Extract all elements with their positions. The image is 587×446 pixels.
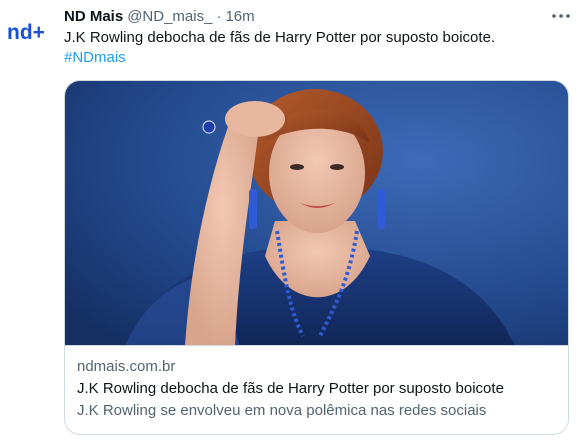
svg-text:nd+: nd+ xyxy=(7,21,45,44)
tweet-header: ND Mais @ND_mais_ · 16m xyxy=(64,6,255,26)
card-description: J.K Rowling se envolveu em nova polêmica… xyxy=(77,402,487,419)
timestamp[interactable]: 16m xyxy=(225,8,254,25)
tweet[interactable]: nd+ ND Mais @ND_mais_ · 16m J.K Rowling … xyxy=(0,0,587,446)
card-domain: ndmais.com.br xyxy=(77,358,176,375)
card-image[interactable] xyxy=(65,81,568,346)
nd-mais-logo: nd+ xyxy=(7,21,45,44)
link-card[interactable]: ndmais.com.br J.K Rowling debocha de fãs… xyxy=(64,80,569,435)
separator: · xyxy=(216,7,222,25)
card-body: ndmais.com.br J.K Rowling debocha de fãs… xyxy=(77,357,557,421)
tweet-text: J.K Rowling debocha de fãs de Harry Pott… xyxy=(64,29,496,46)
author-handle[interactable]: @ND_mais_ xyxy=(127,8,212,25)
author-name[interactable]: ND Mais xyxy=(64,8,123,25)
more-horizontal-icon xyxy=(552,14,570,18)
more-options-button[interactable] xyxy=(546,4,576,28)
hashtag-link[interactable]: #NDmais xyxy=(64,48,126,68)
card-photo xyxy=(65,81,568,345)
avatar[interactable]: nd+ xyxy=(6,14,50,50)
card-title: J.K Rowling debocha de fãs de Harry Pott… xyxy=(77,380,504,397)
